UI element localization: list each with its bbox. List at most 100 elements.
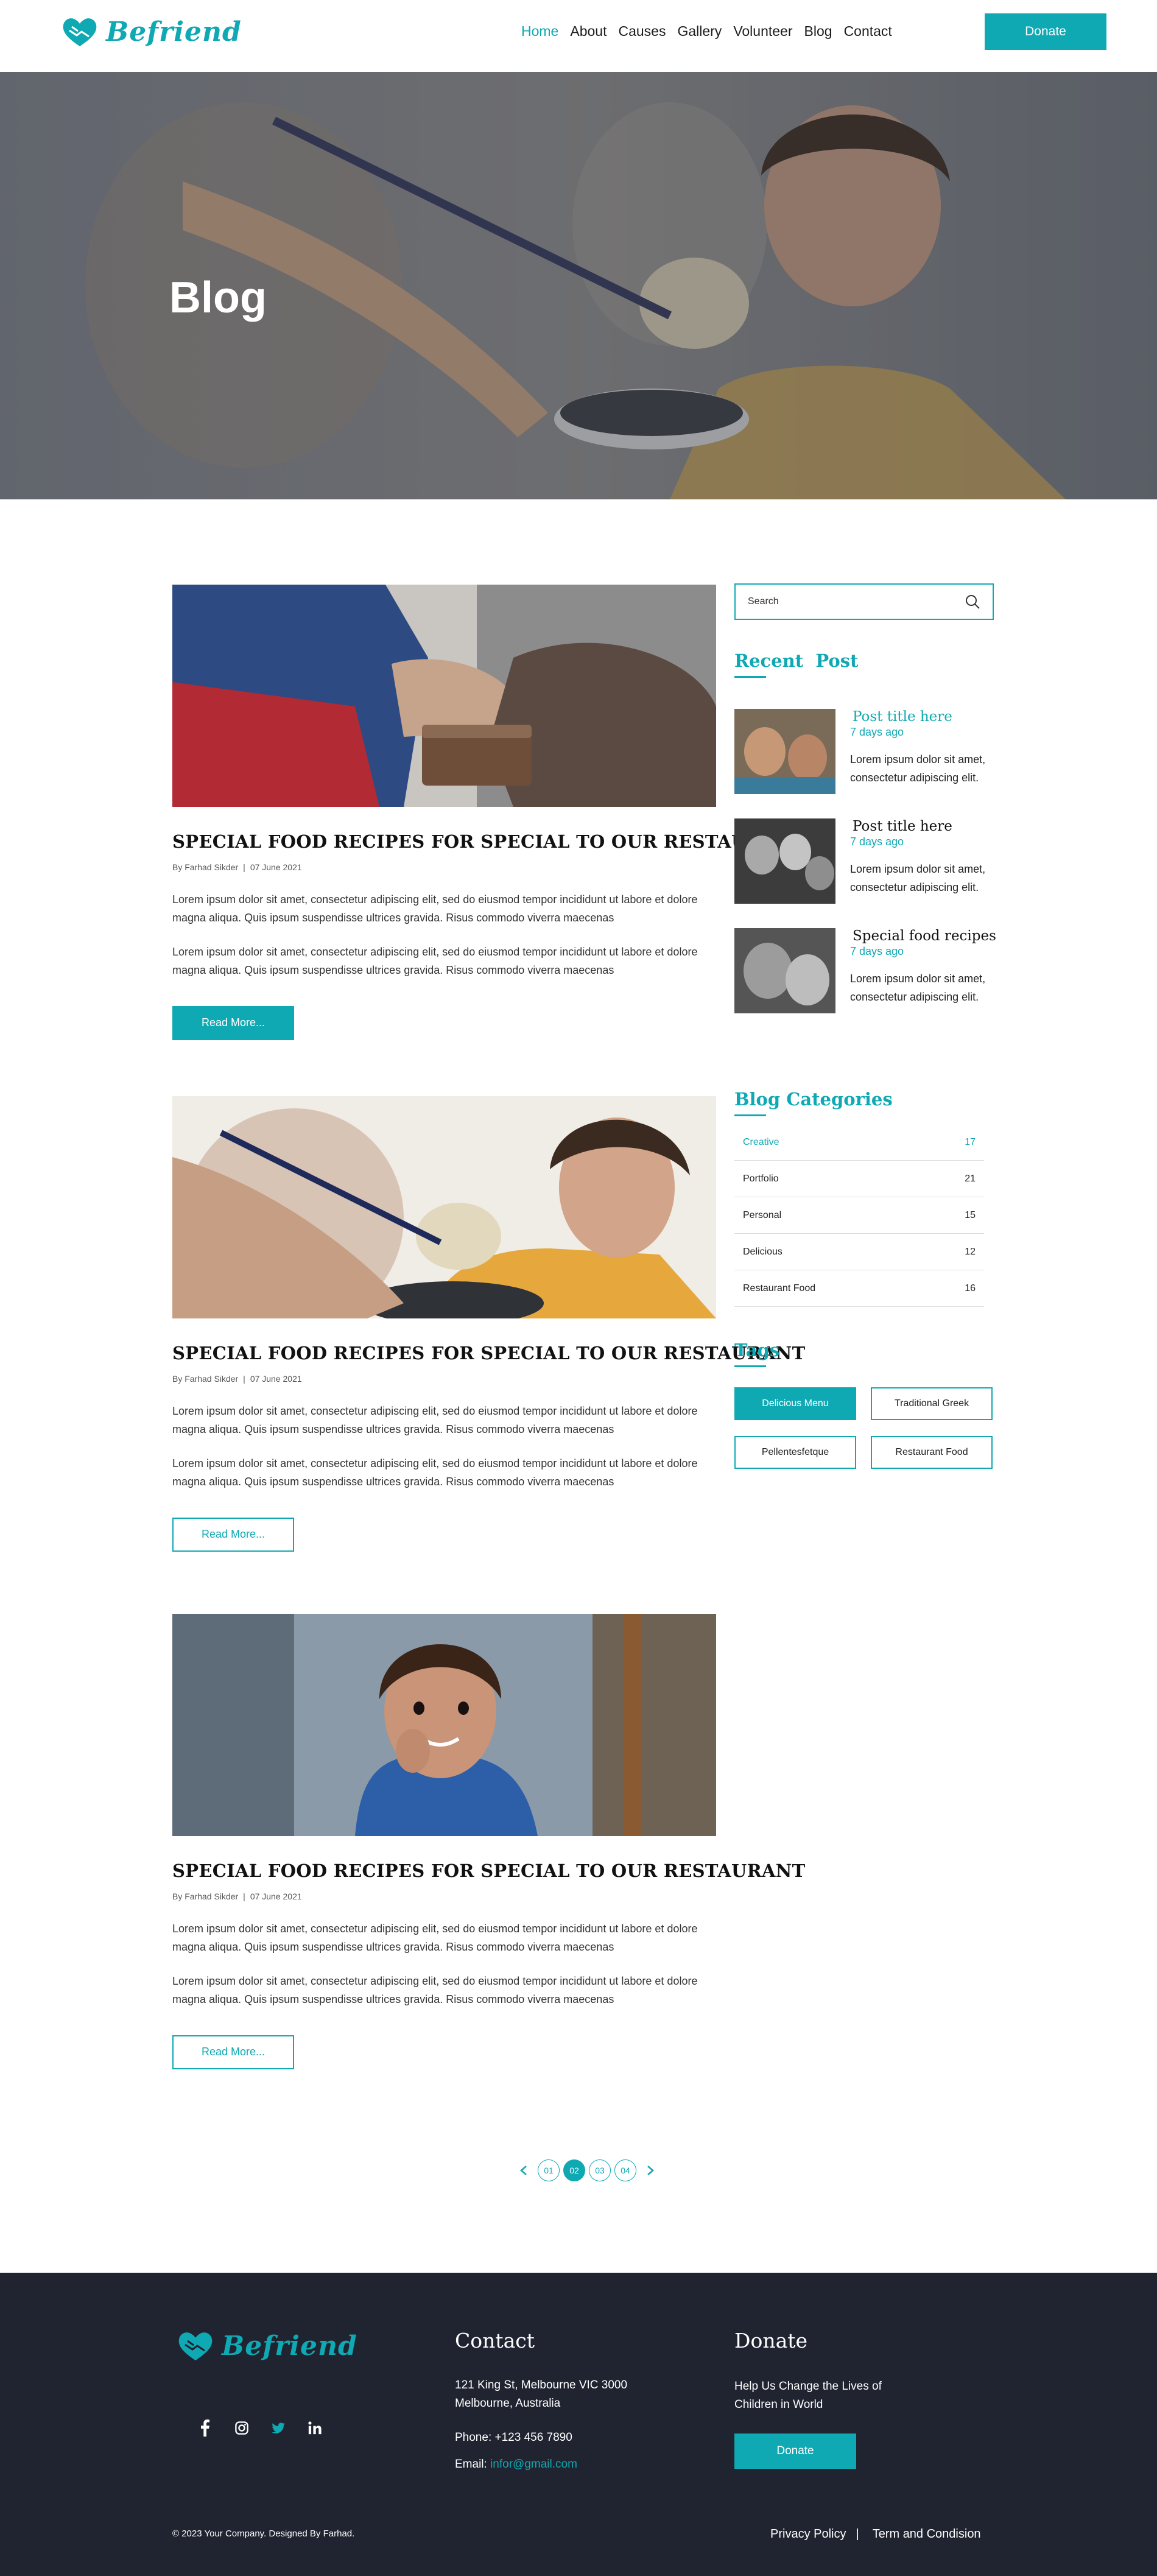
tag-button[interactable]: Traditional Greek <box>871 1387 993 1420</box>
post-title[interactable]: SPECIAL FOOD RECIPES FOR SPECIAL TO OUR … <box>172 1860 805 1882</box>
post-title[interactable]: SPECIAL FOOD RECIPES FOR SPECIAL TO OUR … <box>172 831 805 853</box>
post-title[interactable]: SPECIAL FOOD RECIPES FOR SPECIAL TO OUR … <box>172 1343 805 1364</box>
tags-heading-text: Tags <box>734 1340 780 1360</box>
footer-donate-button[interactable]: Donate <box>734 2433 856 2469</box>
footer-phone: Phone: +123 456 7890 <box>455 2431 572 2444</box>
footer-address: 121 King St, Melbourne VIC 3000 Melbourn… <box>455 2376 627 2413</box>
footer-email-link[interactable]: infor@gmail.com <box>490 2458 577 2471</box>
tag-button[interactable]: Pellentesfetque <box>734 1436 856 1469</box>
category-item[interactable]: Personal 15 <box>734 1197 984 1234</box>
footer-donate-heading: Donate <box>734 2329 808 2353</box>
heart-hands-icon <box>178 2332 213 2360</box>
search-input[interactable] <box>748 596 965 607</box>
page-button[interactable]: 04 <box>614 2159 636 2181</box>
nav-volunteer[interactable]: Volunteer <box>733 23 792 40</box>
page-button-current[interactable]: 02 <box>563 2159 585 2181</box>
footer-logo[interactable]: Befriend <box>177 2329 357 2363</box>
blog-post: SPECIAL FOOD RECIPES FOR SPECIAL TO OUR … <box>172 585 805 1040</box>
recent-post-thumbnail[interactable] <box>734 818 835 904</box>
read-more-button[interactable]: Read More... <box>172 1517 294 1552</box>
post-date: 07 June 2021 <box>250 862 302 872</box>
search-icon[interactable] <box>965 594 980 610</box>
recent-post-date: 7 days ago <box>850 726 904 738</box>
nav-contact[interactable]: Contact <box>844 23 892 40</box>
post-author: By Farhad Sikder <box>172 862 239 872</box>
post-excerpt: Lorem ipsum dolor sit amet, consectetur … <box>172 945 698 976</box>
recent-post-date: 7 days ago <box>850 836 904 848</box>
page-button[interactable]: 01 <box>538 2159 560 2181</box>
recent-post-thumbnail[interactable] <box>734 928 835 1013</box>
nav-home[interactable]: Home <box>521 23 558 40</box>
tag-list: Delicious Menu Traditional Greek Pellent… <box>734 1387 994 1469</box>
post-author: By Farhad Sikder <box>172 1373 239 1384</box>
pagination: 01 02 03 04 <box>513 2159 661 2181</box>
category-count: 16 <box>965 1283 976 1293</box>
recent-post-title[interactable]: Post title here <box>853 818 952 834</box>
footer-brand-name: Befriend <box>222 2330 357 2362</box>
blog-categories-heading-text: Blog Categories <box>734 1089 893 1110</box>
recent-post-item[interactable]: Special food recipes 7 days ago Lorem ip… <box>734 928 1002 1013</box>
next-page-button[interactable] <box>640 2160 661 2181</box>
page-button[interactable]: 03 <box>589 2159 611 2181</box>
post-image[interactable] <box>172 585 716 807</box>
nav-about[interactable]: About <box>570 23 607 40</box>
privacy-policy-link[interactable]: Privacy Policy <box>770 2527 846 2541</box>
nav-gallery[interactable]: Gallery <box>677 23 722 40</box>
post-image[interactable] <box>172 1614 716 1836</box>
category-item[interactable]: Creative 17 <box>734 1124 984 1161</box>
site-header: Befriend Home About Causes Gallery Volun… <box>0 0 1157 72</box>
brand-logo[interactable]: Befriend <box>61 13 242 50</box>
recent-post-heading: Recent Post <box>734 650 858 678</box>
linkedin-icon[interactable] <box>308 2419 322 2437</box>
footer-donate-text-line: Children in World <box>734 2398 823 2411</box>
copyright: © 2023 Your Company. Designed By Farhad. <box>172 2528 355 2539</box>
recent-post-excerpt: Lorem ipsum dolor sit amet, consectetur … <box>850 973 986 1003</box>
category-count: 21 <box>965 1173 976 1184</box>
category-name: Personal <box>743 1209 782 1220</box>
facebook-icon[interactable] <box>199 2419 212 2437</box>
header-donate-button[interactable]: Donate <box>985 13 1106 50</box>
blog-categories-heading: Blog Categories <box>734 1089 893 1116</box>
terms-link[interactable]: Term and Condision <box>873 2527 981 2541</box>
footer-address-line: 121 King St, Melbourne VIC 3000 <box>455 2379 628 2391</box>
brand-name: Befriend <box>106 16 242 48</box>
post-excerpt: Lorem ipsum dolor sit amet, consectetur … <box>172 1457 698 1488</box>
instagram-icon[interactable] <box>235 2419 248 2437</box>
hero-banner: Blog <box>0 72 1157 499</box>
category-item[interactable]: Restaurant Food 16 <box>734 1270 984 1307</box>
twitter-icon[interactable] <box>272 2419 285 2437</box>
category-name: Restaurant Food <box>743 1283 816 1293</box>
post-image[interactable] <box>172 1096 716 1318</box>
recent-post-thumbnail[interactable] <box>734 709 835 794</box>
chevron-left-icon <box>520 2166 527 2175</box>
read-more-button[interactable]: Read More... <box>172 1005 294 1040</box>
tag-button[interactable]: Delicious Menu <box>734 1387 856 1420</box>
read-more-button[interactable]: Read More... <box>172 2035 294 2069</box>
recent-post-title[interactable]: Post title here <box>853 709 952 725</box>
category-item[interactable]: Delicious 12 <box>734 1234 984 1270</box>
recent-post-item[interactable]: Post title here 7 days ago Lorem ipsum d… <box>734 818 1002 904</box>
nav-blog[interactable]: Blog <box>804 23 832 40</box>
footer-donate-text-line: Help Us Change the Lives of <box>734 2380 882 2393</box>
post-meta: By Farhad Sikder | 07 June 2021 <box>172 1373 302 1384</box>
category-item[interactable]: Portfolio 21 <box>734 1161 984 1197</box>
recent-post-title[interactable]: Special food recipes <box>853 928 996 944</box>
recent-post-excerpt: Lorem ipsum dolor sit amet, consectetur … <box>850 863 986 893</box>
tags-heading: Tags <box>734 1340 779 1367</box>
recent-post-excerpt: Lorem ipsum dolor sit amet, consectetur … <box>850 753 986 784</box>
footer-address-line: Melbourne, Australia <box>455 2397 561 2410</box>
page-title: Blog <box>169 273 267 322</box>
category-count: 15 <box>965 1209 976 1220</box>
search-box <box>734 583 994 620</box>
tag-button[interactable]: Restaurant Food <box>871 1436 993 1469</box>
category-name: Portfolio <box>743 1173 779 1184</box>
recent-post-heading-text: Recent Post <box>734 650 859 671</box>
recent-post-date: 7 days ago <box>850 945 904 957</box>
footer-email-label: Email: <box>455 2458 491 2471</box>
heading-underline <box>734 676 766 678</box>
prev-page-button[interactable] <box>513 2160 534 2181</box>
footer-donate-text: Help Us Change the Lives of Children in … <box>734 2377 882 2414</box>
blog-post: SPECIAL FOOD RECIPES FOR SPECIAL TO OUR … <box>172 1614 805 2069</box>
nav-causes[interactable]: Causes <box>618 23 666 40</box>
recent-post-item[interactable]: Post title here 7 days ago Lorem ipsum d… <box>734 709 1002 794</box>
